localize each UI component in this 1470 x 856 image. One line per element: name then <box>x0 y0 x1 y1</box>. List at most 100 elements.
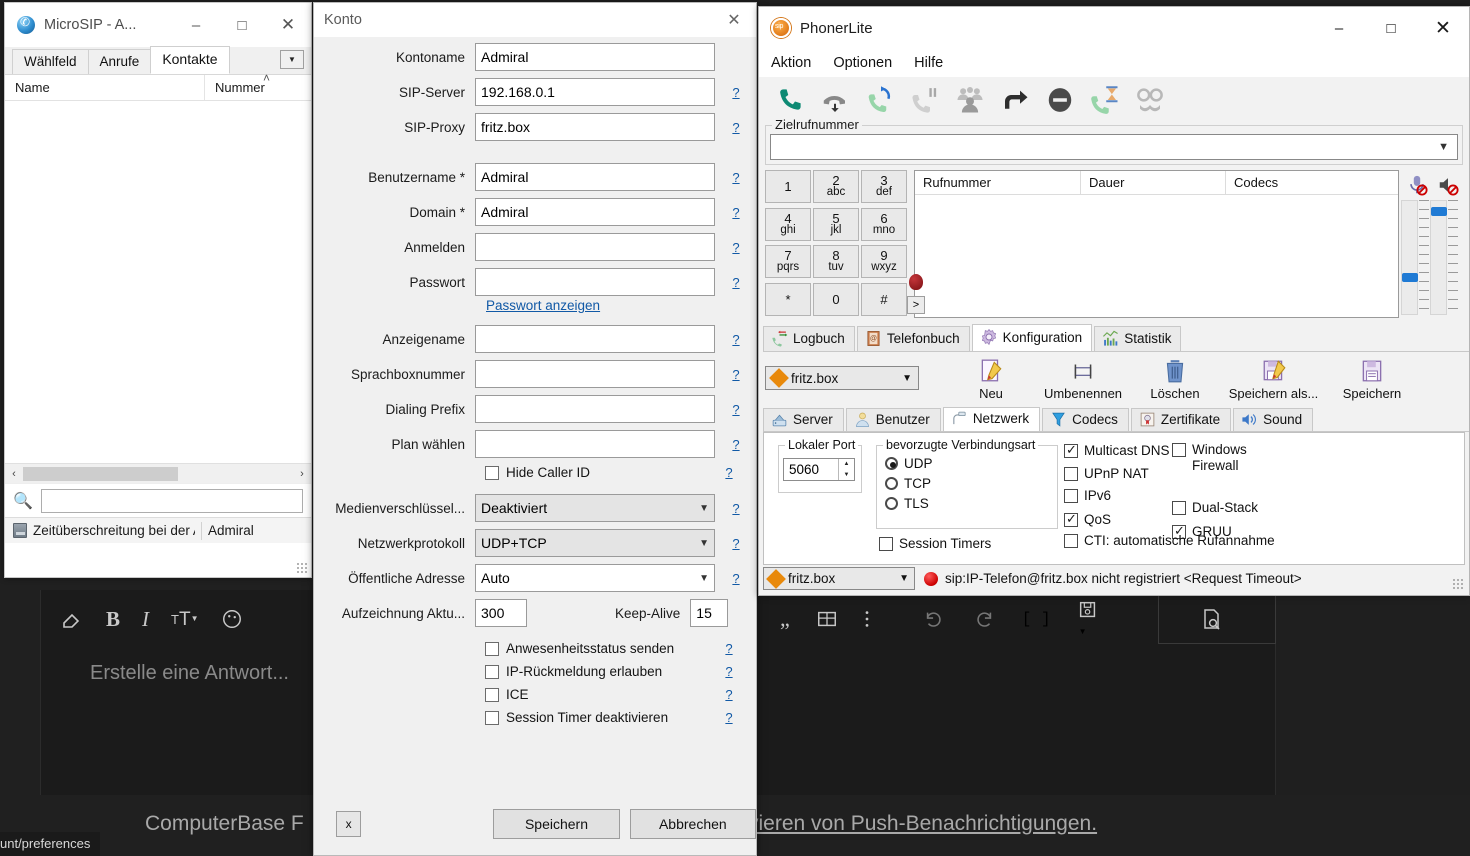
config-button-speichern[interactable]: Speichern <box>1326 358 1418 401</box>
microphone-slider[interactable] <box>1401 200 1418 315</box>
input-sip-proxy[interactable] <box>475 113 715 141</box>
help-ip-rueckmeldung[interactable]: ? <box>720 664 738 679</box>
speaker-muted-icon[interactable] <box>1437 174 1459 196</box>
help-dialing-prefix[interactable]: ? <box>727 402 745 417</box>
help-hide-caller-id[interactable]: ? <box>720 465 738 480</box>
select-netzwerkprotokoll[interactable]: UDP+TCP ▼ <box>475 529 715 557</box>
checkbox-dual-stack[interactable] <box>1172 501 1186 516</box>
select-medienverschluesselung[interactable]: Deaktiviert ▼ <box>475 494 715 522</box>
italic-icon[interactable]: I <box>142 608 149 630</box>
input-benutzername[interactable] <box>475 163 715 191</box>
checkbox-ice[interactable] <box>485 687 499 702</box>
subtab-zertifikate[interactable]: Zertifikate <box>1130 408 1232 431</box>
checkbox-anwesenheitsstatus[interactable] <box>485 641 499 656</box>
radio-tcp[interactable] <box>885 477 898 490</box>
close-button[interactable]: ✕ <box>1417 7 1469 49</box>
anonymous-icon[interactable] <box>1133 83 1167 117</box>
help-ice[interactable]: ? <box>720 687 738 702</box>
radio-row-tls[interactable]: TLS <box>885 496 1057 511</box>
radio-row-udp[interactable]: UDP <box>885 456 1057 471</box>
bold-icon[interactable]: B <box>106 608 120 630</box>
dnd-icon[interactable] <box>1043 83 1077 117</box>
close-small-button[interactable]: x <box>336 811 362 837</box>
record-icon[interactable] <box>909 274 923 290</box>
input-dialing-prefix[interactable] <box>475 395 715 423</box>
input-passwort[interactable] <box>475 268 715 296</box>
menu-hilfe[interactable]: Hilfe <box>914 55 943 71</box>
config-button-neu[interactable]: Neu <box>945 358 1037 401</box>
checkbox-qos[interactable] <box>1064 511 1078 527</box>
dial-key-3[interactable]: 3 def <box>861 170 907 203</box>
input-aufzeichnung[interactable] <box>475 599 527 627</box>
help-oeffentliche-adresse[interactable]: ? <box>727 571 745 586</box>
minimize-button[interactable]: – <box>1313 7 1365 49</box>
zielrufnummer-combo[interactable]: ▼ <box>770 134 1458 160</box>
speaker-slider-thumb[interactable] <box>1431 207 1447 216</box>
input-keep-alive[interactable] <box>690 599 729 627</box>
call-waiting-icon[interactable] <box>1088 83 1122 117</box>
eraser-icon[interactable] <box>60 607 84 631</box>
table-icon[interactable] <box>816 608 838 630</box>
more-vertical-icon[interactable] <box>864 608 870 630</box>
undo-icon[interactable] <box>922 608 946 630</box>
column-nummer[interactable]: Nummer ˄ <box>205 71 311 100</box>
code-brackets-icon[interactable]: [ ] <box>1022 610 1051 628</box>
tab-kontakte[interactable]: Kontakte <box>150 46 230 74</box>
dial-key-7[interactable]: 7 pqrs <box>765 245 811 278</box>
help-sip-server[interactable]: ? <box>727 85 745 100</box>
input-plan-waehlen[interactable] <box>475 430 715 458</box>
scroll-right-icon[interactable]: › <box>293 468 311 480</box>
input-kontoname[interactable] <box>475 43 715 71</box>
menu-optionen[interactable]: Optionen <box>833 55 892 71</box>
subtab-netzwerk[interactable]: Netzwerk <box>942 407 1041 431</box>
checkbox-hide-caller-id[interactable] <box>485 465 499 480</box>
hold-icon[interactable] <box>908 83 942 117</box>
contacts-list-body[interactable] <box>5 101 311 463</box>
tab-statistik[interactable]: Statistik <box>1094 326 1182 351</box>
checkbox-multicast-dns[interactable] <box>1064 442 1078 458</box>
call-list[interactable]: Rufnummer Dauer Codecs <box>914 170 1399 318</box>
help-anzeigename[interactable]: ? <box>727 332 745 347</box>
column-name[interactable]: Name <box>5 75 205 100</box>
scrollbar-thumb[interactable] <box>23 466 178 481</box>
cancel-button[interactable]: Abbrechen <box>629 809 756 839</box>
microphone-slider-thumb[interactable] <box>1402 273 1418 282</box>
dial-key-hash[interactable]: # <box>861 282 907 316</box>
chevron-down-icon[interactable]: ▼ <box>280 50 304 69</box>
tab-telefonbuch[interactable]: @ Telefonbuch <box>856 326 970 351</box>
tab-logbuch[interactable]: Logbuch <box>763 326 855 351</box>
menu-aktion[interactable]: Aktion <box>771 55 811 71</box>
config-button-loeschen[interactable]: Löschen <box>1129 358 1221 401</box>
quote-icon[interactable]: „ <box>780 606 790 632</box>
speaker-slider[interactable] <box>1430 200 1447 315</box>
save-dropdown-icon[interactable]: ▼ <box>1077 599 1099 639</box>
subtab-benutzer[interactable]: Benutzer <box>845 408 941 431</box>
redial-icon[interactable] <box>863 83 897 117</box>
input-sprachboxnummer[interactable] <box>475 360 715 388</box>
select-oeffentliche-adresse[interactable]: Auto ▼ <box>475 564 715 592</box>
checkbox-ip-rueckmeldung[interactable] <box>485 664 499 679</box>
input-domain[interactable] <box>475 198 715 226</box>
help-anwesenheitsstatus[interactable]: ? <box>720 641 738 656</box>
status-profile-selector[interactable]: fritz.box ▼ <box>763 567 915 590</box>
microphone-muted-icon[interactable] <box>1406 174 1428 196</box>
preview-icon[interactable] <box>1199 607 1223 631</box>
column-rufnummer[interactable]: Rufnummer <box>915 171 1081 194</box>
profile-selector[interactable]: fritz.box ▼ <box>765 366 919 390</box>
minimize-button[interactable]: – <box>173 3 219 47</box>
scroll-left-icon[interactable]: ‹ <box>5 468 23 480</box>
font-size-icon[interactable]: T T ▼ <box>171 610 198 629</box>
input-anmelden[interactable] <box>475 233 715 261</box>
help-anmelden[interactable]: ? <box>727 240 745 255</box>
checkbox-ipv6[interactable] <box>1064 489 1078 504</box>
lokaler-port-spinner[interactable]: 5060 ▲ ▼ <box>783 458 855 481</box>
contacts-horizontal-scrollbar[interactable]: ‹ › <box>5 463 311 483</box>
subtab-sound[interactable]: Sound <box>1233 408 1314 431</box>
config-button-umbenennen[interactable]: Umbenennen <box>1037 358 1129 401</box>
help-sprachboxnummer[interactable]: ? <box>727 367 745 382</box>
column-dauer[interactable]: Dauer <box>1081 171 1226 194</box>
help-medienverschluesselung[interactable]: ? <box>727 501 745 516</box>
input-sip-server[interactable] <box>475 78 715 106</box>
dial-key-1[interactable]: 1 <box>765 170 811 203</box>
config-button-speichern-als[interactable]: Speichern als... <box>1221 358 1326 401</box>
